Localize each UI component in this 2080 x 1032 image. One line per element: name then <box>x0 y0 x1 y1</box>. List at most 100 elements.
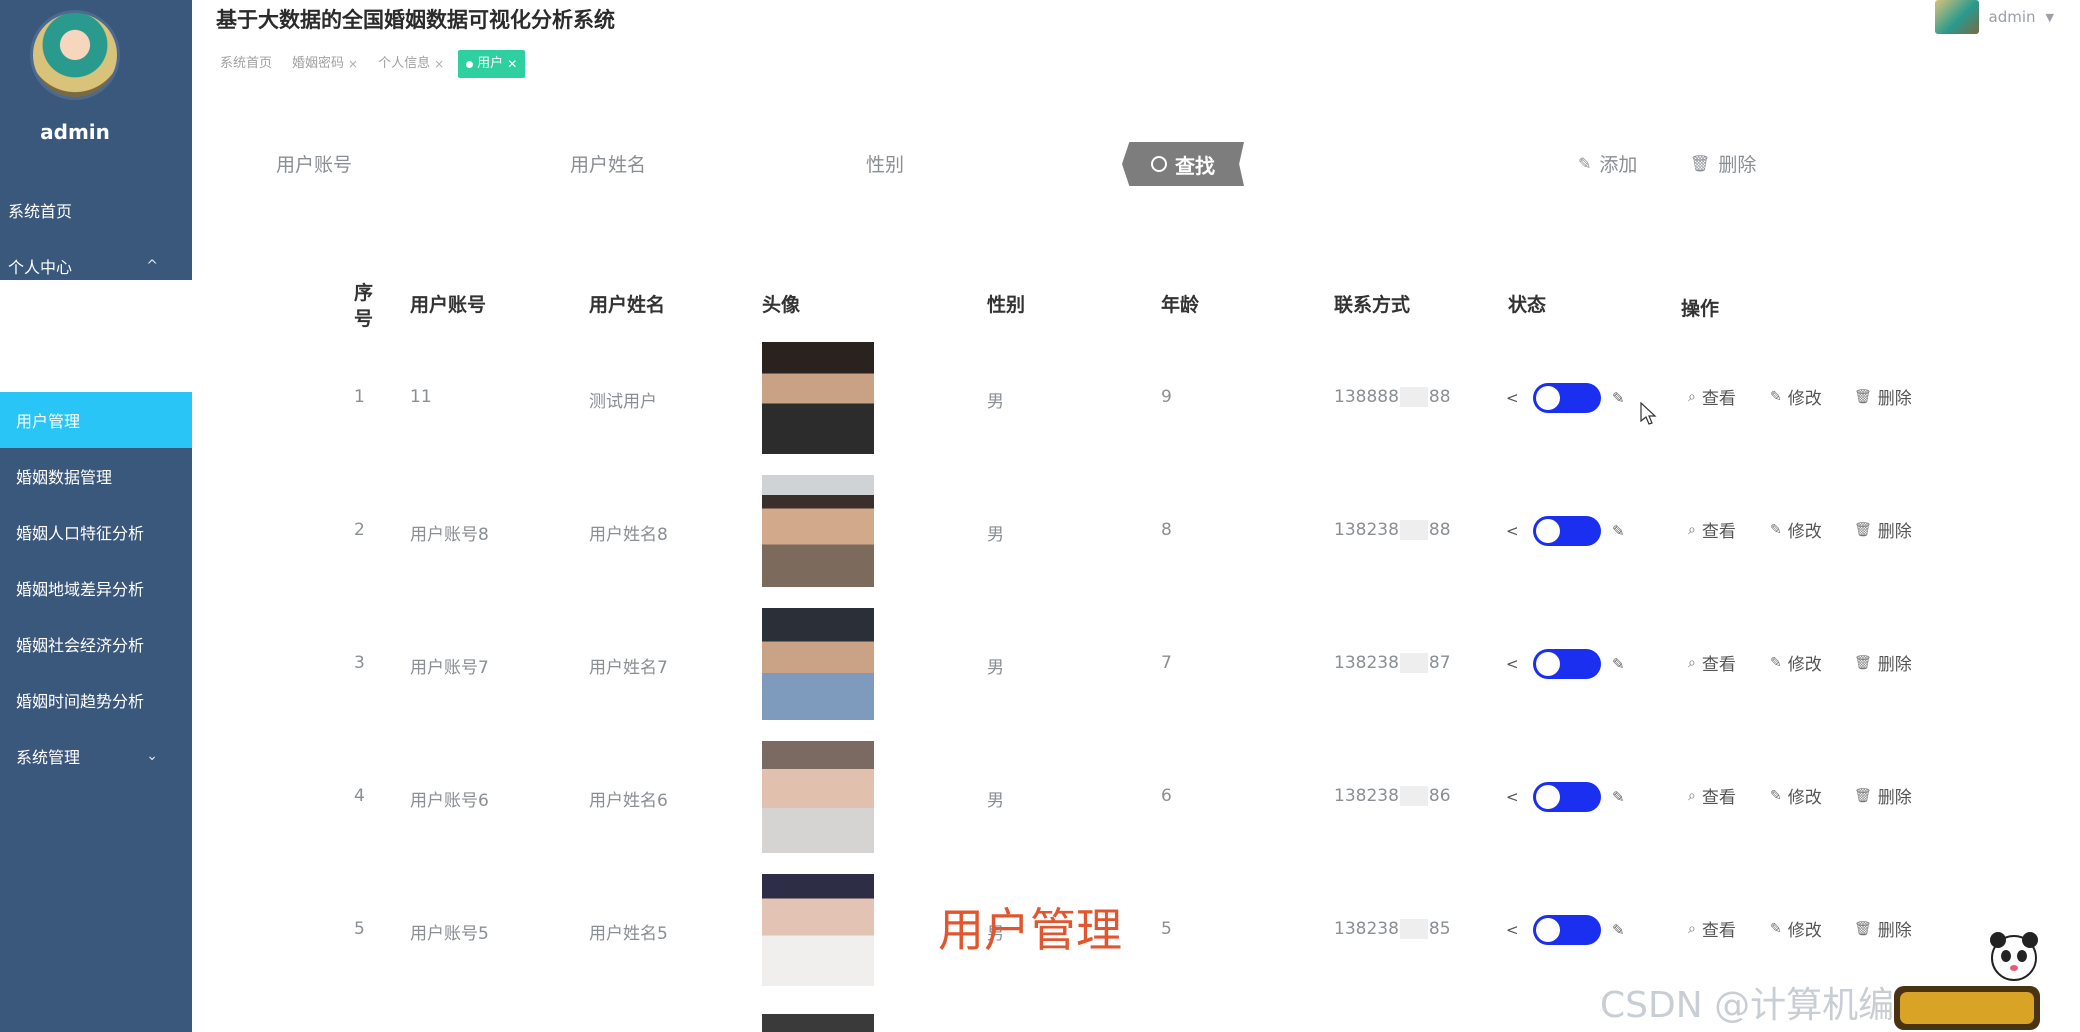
toggle-knob <box>1536 519 1560 543</box>
search-gender-field[interactable]: 性别 <box>866 150 904 177</box>
status-toggle[interactable] <box>1533 782 1601 812</box>
cell-age: 9 <box>1161 387 1172 407</box>
trash-icon: 🗑 <box>1690 154 1711 173</box>
sidebar-item-socioeconomic-analysis[interactable]: 婚姻社会经济分析 <box>0 616 192 672</box>
trash-icon: 🗑 <box>1854 521 1872 538</box>
cell-gender: 男 <box>987 392 1004 412</box>
sidebar-item-system-management[interactable]: 系统管理 ⌄ <box>0 728 192 784</box>
pen-icon[interactable]: ✎ <box>1612 522 1625 540</box>
toggle-knob <box>1536 386 1560 410</box>
column-header-name: 用户姓名 <box>589 294 666 316</box>
status-toggle[interactable] <box>1533 915 1601 945</box>
edit-button[interactable]: ✎ 修改 <box>1770 517 1822 543</box>
sidebar-item-label: 婚姻社会经济分析 <box>16 636 145 655</box>
delete-button[interactable]: 🗑 删除 <box>1854 384 1912 410</box>
caret-down-icon[interactable]: ▼ <box>2046 11 2054 24</box>
view-button[interactable]: ⌕ 查看 <box>1688 517 1736 543</box>
column-header-seq: 序号 <box>354 282 374 330</box>
tab-personal-info[interactable]: 个人信息 × <box>372 50 450 78</box>
share-icon[interactable]: < <box>1506 522 1519 540</box>
sidebar-item-population-analysis[interactable]: 婚姻人口特征分析 <box>0 504 192 560</box>
delete-button[interactable]: 🗑 删除 <box>1854 517 1912 543</box>
share-icon[interactable]: < <box>1506 389 1519 407</box>
close-icon[interactable]: ✕ <box>507 50 517 78</box>
cell-gender: 男 <box>987 525 1004 545</box>
batch-delete-button[interactable]: 🗑 删除 <box>1690 150 1756 177</box>
view-label: 查看 <box>1701 788 1736 808</box>
trash-icon: 🗑 <box>1854 787 1872 804</box>
mouse-cursor-icon <box>1640 402 1657 425</box>
sidebar-item-home[interactable]: 系统首页 <box>0 182 192 238</box>
status-toggle[interactable] <box>1533 649 1601 679</box>
edit-button[interactable]: ✎ 修改 <box>1770 783 1822 809</box>
active-dot-icon <box>466 60 474 68</box>
edit-icon: ✎ <box>1770 388 1782 405</box>
view-button[interactable]: ⌕ 查看 <box>1688 783 1736 809</box>
cell-name: 用户姓名7 <box>589 658 668 678</box>
search-name-field[interactable]: 用户姓名 <box>570 150 646 177</box>
pen-icon[interactable]: ✎ <box>1612 655 1625 673</box>
section-overlay-title: 用户管理 <box>938 903 1122 957</box>
edit-button[interactable]: ✎ 修改 <box>1770 650 1822 676</box>
avatar-photo[interactable] <box>762 342 874 454</box>
search-icon: ⌕ <box>1688 920 1696 937</box>
cell-phone: 138238 85 <box>1334 919 1451 939</box>
tab-user[interactable]: 用户 ✕ <box>458 50 526 78</box>
tab-home[interactable]: 系统首页 <box>214 50 278 78</box>
sidebar-item-marriage-data[interactable]: 婚姻数据管理 <box>0 448 192 504</box>
edit-label: 修改 <box>1787 522 1822 542</box>
pen-icon[interactable]: ✎ <box>1612 921 1625 939</box>
delete-button[interactable]: 🗑 删除 <box>1854 783 1912 809</box>
tab-password[interactable]: 婚姻密码 × <box>286 50 364 78</box>
phone-redaction <box>1399 919 1428 939</box>
view-button[interactable]: ⌕ 查看 <box>1688 916 1736 942</box>
avatar[interactable] <box>30 10 120 100</box>
edit-label: 修改 <box>1787 655 1822 675</box>
column-header-avatar: 头像 <box>762 294 801 316</box>
avatar-photo[interactable] <box>762 874 874 986</box>
share-icon[interactable]: < <box>1506 788 1519 806</box>
pen-icon[interactable]: ✎ <box>1612 788 1625 806</box>
status-toggle[interactable] <box>1533 516 1601 546</box>
cell-phone: 138238 86 <box>1334 786 1451 806</box>
sidebar-item-user-management[interactable]: 用户管理 <box>0 392 192 448</box>
top-username[interactable]: admin <box>1989 8 2036 26</box>
view-button[interactable]: ⌕ 查看 <box>1688 650 1736 676</box>
delete-button[interactable]: 🗑 删除 <box>1854 650 1912 676</box>
share-icon[interactable]: < <box>1506 921 1519 939</box>
edit-button[interactable]: ✎ 修改 <box>1770 916 1822 942</box>
cell-name: 用户姓名6 <box>589 791 668 811</box>
sidebar-item-label: 系统首页 <box>8 202 73 221</box>
add-button[interactable]: ✎ 添加 <box>1578 150 1637 177</box>
avatar-photo[interactable] <box>762 741 874 853</box>
user-menu[interactable]: admin ▼ <box>1934 0 2054 34</box>
avatar[interactable] <box>1934 0 1979 34</box>
column-header-age: 年龄 <box>1161 294 1200 316</box>
trash-icon: 🗑 <box>1854 388 1872 405</box>
view-label: 查看 <box>1701 522 1736 542</box>
pen-icon[interactable]: ✎ <box>1612 389 1625 407</box>
cell-name: 用户姓名5 <box>589 924 668 944</box>
sidebar-item-region-analysis[interactable]: 婚姻地域差异分析 <box>0 560 192 616</box>
phone-prefix: 138888 <box>1334 387 1399 407</box>
phone-suffix: 85 <box>1428 919 1451 939</box>
cell-seq: 2 <box>354 520 365 540</box>
tab-label: 个人信息 <box>378 56 431 71</box>
toggle-knob <box>1536 918 1560 942</box>
sidebar-item-time-trend-analysis[interactable]: 婚姻时间趋势分析 <box>0 672 192 728</box>
search-button[interactable]: 查找 <box>1122 142 1244 186</box>
view-button[interactable]: ⌕ 查看 <box>1688 384 1736 410</box>
share-icon[interactable]: < <box>1506 655 1519 673</box>
edit-button[interactable]: ✎ 修改 <box>1770 384 1822 410</box>
avatar-photo[interactable] <box>762 608 874 720</box>
status-toggle[interactable] <box>1533 383 1601 413</box>
close-icon[interactable]: × <box>434 50 444 78</box>
cell-seq: 5 <box>354 919 365 939</box>
cell-age: 8 <box>1161 520 1172 540</box>
sidebar-item-label: 用户管理 <box>16 412 81 431</box>
phone-redaction <box>1399 653 1428 673</box>
close-icon[interactable]: × <box>348 50 358 78</box>
search-account-field[interactable]: 用户账号 <box>276 150 352 177</box>
avatar-photo[interactable] <box>762 475 874 587</box>
avatar-photo-partial <box>762 1014 874 1032</box>
